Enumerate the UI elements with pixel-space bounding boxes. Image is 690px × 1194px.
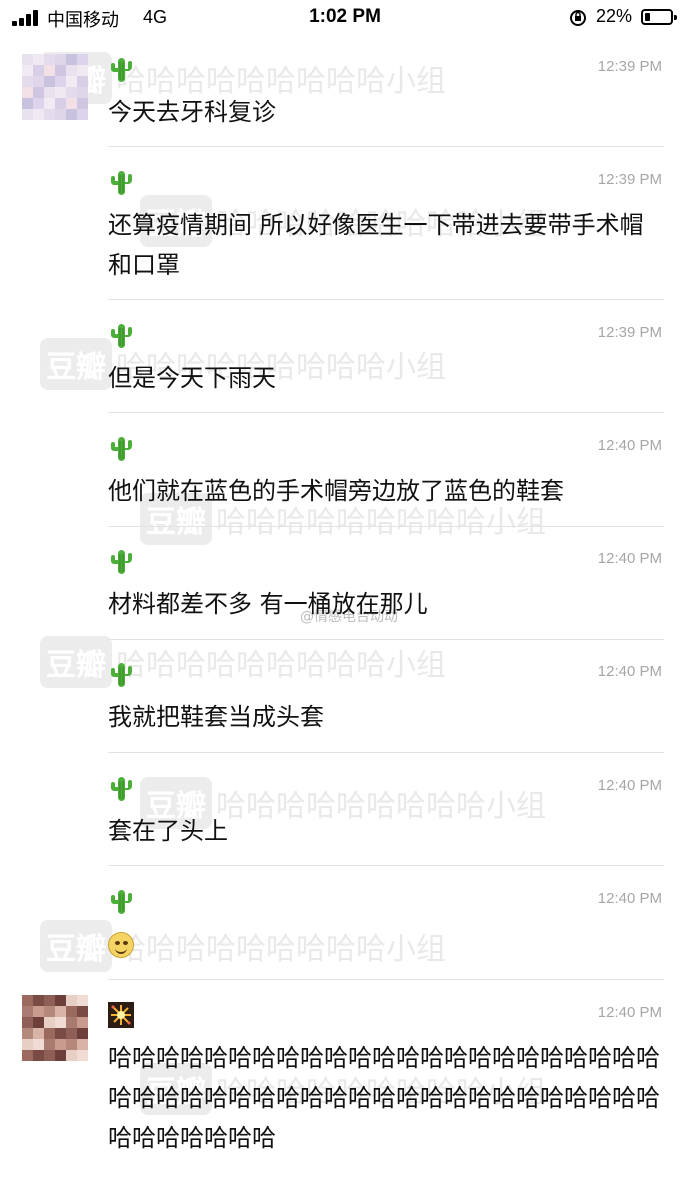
message-divider <box>108 979 664 980</box>
cactus-icon <box>108 169 134 197</box>
cactus-icon <box>108 775 134 803</box>
message-text: 但是今天下雨天 <box>108 364 276 392</box>
cactus-icon <box>108 435 134 463</box>
cactus-icon <box>108 322 134 350</box>
message-divider <box>108 639 664 640</box>
chat-message[interactable]: 12:40 PM 哈哈哈哈哈哈哈哈哈哈哈哈哈哈哈哈哈哈哈哈哈哈哈哈哈哈哈哈哈哈哈… <box>108 1002 664 1192</box>
message-text: 材料都差不多 有一桶放在那儿 <box>108 590 428 618</box>
message-text: 我就把鞋套当成头套 <box>108 703 324 731</box>
message-text: 哈哈哈哈哈哈哈哈哈哈哈哈哈哈哈哈哈哈哈哈哈哈哈哈哈哈哈哈哈哈哈哈哈哈哈哈哈哈哈哈… <box>108 1044 660 1152</box>
message-divider <box>108 526 664 527</box>
message-text: 套在了头上 <box>108 817 228 845</box>
message-time: 12:39 PM <box>597 171 662 188</box>
message-time: 12:40 PM <box>597 890 662 907</box>
message-divider <box>108 299 664 300</box>
message-time: 12:39 PM <box>597 58 662 75</box>
message-text: 他们就在蓝色的手术帽旁边放了蓝色的鞋套 <box>108 477 564 505</box>
chat-message[interactable]: 12:40 PM 材料都差不多 有一桶放在那儿 <box>108 548 664 628</box>
chat-message[interactable]: 12:39 PM 但是今天下雨天 <box>108 322 664 402</box>
message-divider <box>108 865 664 866</box>
avatar[interactable] <box>22 54 88 120</box>
smiling-face-emoji <box>108 932 134 958</box>
message-text: 还算疫情期间 所以好像医生一下带进去要带手术帽和口罩 <box>108 211 644 279</box>
chat-message[interactable]: 12:40 PM 他们就在蓝色的手术帽旁边放了蓝色的鞋套 <box>108 435 664 515</box>
cactus-icon <box>108 548 134 576</box>
chat-screen: 中国移动 4G 1:02 PM 22% 豆瓣哈哈哈哈哈哈哈哈哈小组 豆瓣哈哈哈哈… <box>0 0 690 1194</box>
message-divider <box>108 412 664 413</box>
cactus-icon <box>108 661 134 689</box>
message-time: 12:40 PM <box>597 1004 662 1021</box>
message-time: 12:39 PM <box>597 324 662 341</box>
message-time: 12:40 PM <box>597 777 662 794</box>
message-text: 今天去牙科复诊 <box>108 98 276 126</box>
cactus-icon <box>108 56 134 84</box>
chat-message[interactable]: 12:39 PM 今天去牙科复诊 <box>108 56 664 136</box>
message-divider <box>108 146 664 147</box>
status-bar: 中国移动 4G 1:02 PM 22% <box>0 0 690 36</box>
orientation-lock-icon <box>570 10 586 26</box>
avatar[interactable] <box>22 995 88 1061</box>
chat-message[interactable]: 12:40 PM <box>108 888 664 968</box>
message-time: 12:40 PM <box>597 437 662 454</box>
firework-icon <box>108 1002 134 1028</box>
message-divider <box>108 752 664 753</box>
message-time: 12:40 PM <box>597 663 662 680</box>
message-time: 12:40 PM <box>597 550 662 567</box>
chat-message[interactable]: 12:40 PM 套在了头上 <box>108 775 664 855</box>
cactus-icon <box>108 888 134 916</box>
chat-message[interactable]: 12:40 PM 我就把鞋套当成头套 <box>108 661 664 741</box>
battery-icon <box>641 9 677 25</box>
chat-message[interactable]: 12:39 PM 还算疫情期间 所以好像医生一下带进去要带手术帽和口罩 <box>108 169 664 289</box>
battery-percent: 22% <box>596 6 633 26</box>
